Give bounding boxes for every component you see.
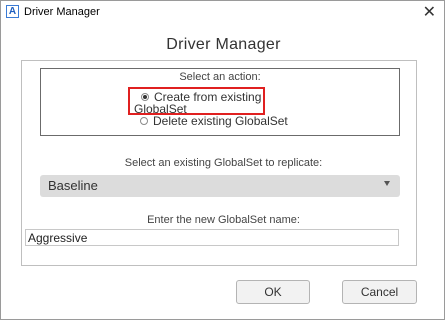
dropdown-selected-value: Baseline bbox=[48, 178, 98, 193]
radio-unchecked-icon[interactable] bbox=[140, 117, 148, 125]
ok-button[interactable]: OK bbox=[236, 280, 310, 304]
close-icon[interactable]: ✕ bbox=[423, 2, 436, 22]
radio-checked-icon[interactable] bbox=[141, 93, 149, 101]
delete-option-label: Delete existing GlobalSet bbox=[153, 114, 288, 128]
replicate-prompt: Select an existing GlobalSet to replicat… bbox=[124, 157, 323, 169]
globalset-name-input[interactable] bbox=[25, 229, 399, 246]
name-prompt: Enter the new GlobalSet name: bbox=[147, 214, 300, 226]
title-bar: A Driver Manager ✕ bbox=[1, 1, 444, 25]
window-title: Driver Manager bbox=[24, 6, 100, 18]
chevron-down-icon bbox=[384, 181, 390, 186]
cancel-button[interactable]: Cancel bbox=[342, 280, 417, 304]
action-prompt: Select an action: bbox=[179, 71, 261, 83]
create-from-existing-option[interactable]: Create from existing GlobalSet bbox=[128, 87, 265, 116]
globalset-dropdown[interactable]: Baseline bbox=[40, 175, 400, 197]
app-icon: A bbox=[6, 5, 19, 18]
dialog-heading: Driver Manager bbox=[166, 36, 281, 53]
